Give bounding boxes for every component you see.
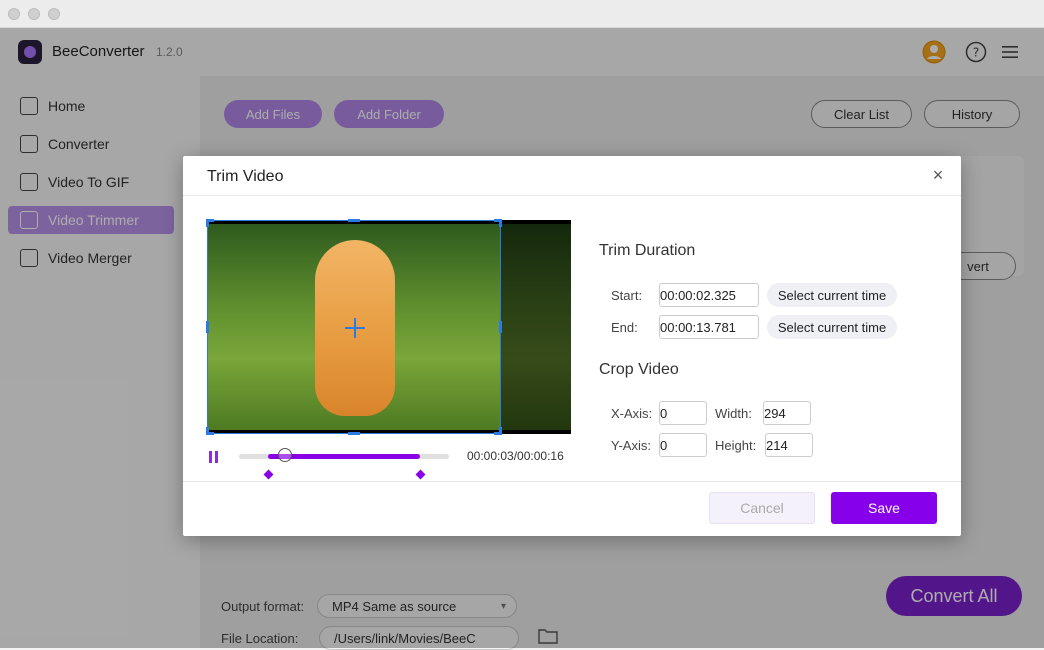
window-titlebar <box>0 0 1044 28</box>
save-button[interactable]: Save <box>831 492 937 524</box>
trim-end-marker[interactable] <box>415 469 426 480</box>
crop-selection-box[interactable] <box>206 219 502 435</box>
x-axis-input[interactable] <box>659 401 707 425</box>
crop-outside-shade <box>501 220 571 434</box>
select-current-label: Select current time <box>777 319 887 335</box>
crop-handle[interactable] <box>499 321 502 333</box>
crop-handle[interactable] <box>499 427 502 435</box>
select-current-time-end-button[interactable]: Select current time <box>767 315 897 339</box>
crop-handle[interactable] <box>348 432 360 435</box>
trim-start-marker[interactable] <box>263 469 274 480</box>
close-window-button[interactable] <box>8 8 20 20</box>
end-label: End: <box>611 320 638 335</box>
minimize-window-button[interactable] <box>28 8 40 20</box>
crop-handle[interactable] <box>206 219 209 227</box>
total-time: /00:00:16 <box>513 449 564 463</box>
y-axis-input[interactable] <box>659 433 707 457</box>
height-input[interactable] <box>765 433 813 457</box>
start-time-input[interactable] <box>659 283 759 307</box>
y-axis-label: Y-Axis: <box>611 438 651 453</box>
crop-handle[interactable] <box>499 219 502 227</box>
crop-handle[interactable] <box>206 427 209 435</box>
playhead-handle[interactable] <box>278 448 293 462</box>
zoom-window-button[interactable] <box>48 8 60 20</box>
close-icon[interactable]: × <box>929 166 947 184</box>
width-input[interactable] <box>763 401 811 425</box>
select-current-time-start-button[interactable]: Select current time <box>767 283 897 307</box>
save-label: Save <box>868 500 900 516</box>
header-divider <box>183 195 961 196</box>
timeline-track[interactable] <box>239 454 449 459</box>
crop-handle[interactable] <box>348 219 360 222</box>
current-time: 00:00:03 <box>467 449 514 463</box>
move-crosshair-icon[interactable] <box>345 318 365 338</box>
time-readout: 00:00:03/00:00:16 <box>467 449 564 463</box>
cancel-button[interactable]: Cancel <box>709 492 815 524</box>
trim-video-dialog: Trim Video × 00:00:03/00:00:16 Trim Dura… <box>183 156 961 536</box>
x-axis-label: X-Axis: <box>611 406 653 421</box>
trim-duration-title: Trim Duration <box>599 242 696 259</box>
pause-icon[interactable] <box>207 450 221 464</box>
crop-handle[interactable] <box>206 321 209 333</box>
dialog-title: Trim Video <box>207 168 284 185</box>
select-current-label: Select current time <box>777 287 887 303</box>
cancel-label: Cancel <box>740 500 784 516</box>
width-label: Width: <box>715 406 752 421</box>
end-time-input[interactable] <box>659 315 759 339</box>
height-label: Height: <box>715 438 757 453</box>
start-label: Start: <box>611 288 643 303</box>
footer-divider <box>183 481 961 482</box>
crop-video-title: Crop Video <box>599 361 679 378</box>
